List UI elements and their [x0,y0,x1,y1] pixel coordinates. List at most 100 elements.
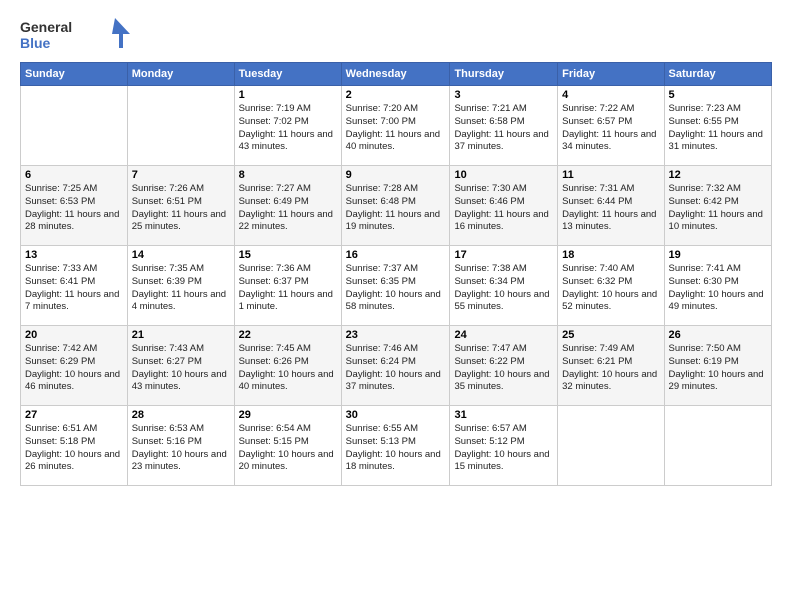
calendar-cell: 30 Sunrise: 6:55 AM Sunset: 5:13 PM Dayli… [341,406,450,486]
day-number: 4 [562,89,659,101]
calendar-cell: 14 Sunrise: 7:35 AM Sunset: 6:39 PM Dayli… [127,246,234,326]
calendar-cell: 18 Sunrise: 7:40 AM Sunset: 6:32 PM Dayli… [558,246,664,326]
weekday-friday: Friday [558,63,664,86]
weekday-wednesday: Wednesday [341,63,450,86]
page: General Blue SundayMondayTuesdayWednesda… [0,0,792,612]
day-info: Sunrise: 6:57 AM Sunset: 5:12 PM Dayligh… [454,423,553,474]
day-info: Sunrise: 7:22 AM Sunset: 6:57 PM Dayligh… [562,103,659,154]
calendar-cell: 6Sunrise: 7:25 AM Sunset: 6:53 PM Daylig… [21,166,128,246]
day-number: 14 [132,249,230,261]
day-info: Sunrise: 7:23 AM Sunset: 6:55 PM Dayligh… [669,103,767,154]
day-info: Sunrise: 7:36 AM Sunset: 6:37 PM Dayligh… [239,263,337,314]
weekday-thursday: Thursday [450,63,558,86]
day-number: 27 [25,409,123,421]
calendar-cell: 11 Sunrise: 7:31 AM Sunset: 6:44 PM Dayli… [558,166,664,246]
calendar-cell: 24 Sunrise: 7:47 AM Sunset: 6:22 PM Dayli… [450,326,558,406]
day-number: 25 [562,329,659,341]
calendar-cell: 19 Sunrise: 7:41 AM Sunset: 6:30 PM Dayli… [664,246,771,326]
weekday-header-row: SundayMondayTuesdayWednesdayThursdayFrid… [21,63,772,86]
day-number: 15 [239,249,337,261]
day-number: 3 [454,89,553,101]
svg-text:General: General [20,19,72,35]
day-info: Sunrise: 7:35 AM Sunset: 6:39 PM Dayligh… [132,263,230,314]
day-info: Sunrise: 6:55 AM Sunset: 5:13 PM Dayligh… [346,423,446,474]
day-number: 28 [132,409,230,421]
day-info: Sunrise: 7:43 AM Sunset: 6:27 PM Dayligh… [132,343,230,394]
day-info: Sunrise: 7:49 AM Sunset: 6:21 PM Dayligh… [562,343,659,394]
day-number: 18 [562,249,659,261]
day-info: Sunrise: 7:27 AM Sunset: 6:49 PM Dayligh… [239,183,337,234]
day-info: Sunrise: 7:32 AM Sunset: 6:42 PM Dayligh… [669,183,767,234]
calendar-cell: 9Sunrise: 7:28 AM Sunset: 6:48 PM Daylig… [341,166,450,246]
calendar-cell: 12 Sunrise: 7:32 AM Sunset: 6:42 PM Dayli… [664,166,771,246]
calendar-cell: 7 Sunrise: 7:26 AM Sunset: 6:51 PM Daylig… [127,166,234,246]
calendar-cell: 3Sunrise: 7:21 AM Sunset: 6:58 PM Daylig… [450,86,558,166]
day-number: 24 [454,329,553,341]
day-info: Sunrise: 7:25 AM Sunset: 6:53 PM Dayligh… [25,183,123,234]
weekday-monday: Monday [127,63,234,86]
day-info: Sunrise: 7:28 AM Sunset: 6:48 PM Dayligh… [346,183,446,234]
day-number: 12 [669,169,767,181]
day-number: 11 [562,169,659,181]
day-info: Sunrise: 7:30 AM Sunset: 6:46 PM Dayligh… [454,183,553,234]
generalblue-logo-icon: General Blue [20,16,130,54]
day-number: 5 [669,89,767,101]
logo: General Blue [20,16,130,54]
calendar-cell: 5 Sunrise: 7:23 AM Sunset: 6:55 PM Daylig… [664,86,771,166]
calendar-cell: 21 Sunrise: 7:43 AM Sunset: 6:27 PM Dayli… [127,326,234,406]
calendar-cell [558,406,664,486]
calendar-table: SundayMondayTuesdayWednesdayThursdayFrid… [20,62,772,486]
calendar-week-3: 13Sunrise: 7:33 AM Sunset: 6:41 PM Dayli… [21,246,772,326]
svg-text:Blue: Blue [20,35,51,51]
calendar-week-4: 20Sunrise: 7:42 AM Sunset: 6:29 PM Dayli… [21,326,772,406]
day-info: Sunrise: 7:26 AM Sunset: 6:51 PM Dayligh… [132,183,230,234]
day-info: Sunrise: 7:50 AM Sunset: 6:19 PM Dayligh… [669,343,767,394]
weekday-saturday: Saturday [664,63,771,86]
calendar-cell: 27 Sunrise: 6:51 AM Sunset: 5:18 PM Dayli… [21,406,128,486]
day-number: 31 [454,409,553,421]
day-number: 23 [346,329,446,341]
day-number: 26 [669,329,767,341]
calendar-cell: 10 Sunrise: 7:30 AM Sunset: 6:46 PM Dayli… [450,166,558,246]
day-info: Sunrise: 7:33 AM Sunset: 6:41 PM Dayligh… [25,263,123,314]
day-info: Sunrise: 7:46 AM Sunset: 6:24 PM Dayligh… [346,343,446,394]
calendar-cell: 13Sunrise: 7:33 AM Sunset: 6:41 PM Dayli… [21,246,128,326]
day-info: Sunrise: 7:31 AM Sunset: 6:44 PM Dayligh… [562,183,659,234]
day-info: Sunrise: 6:53 AM Sunset: 5:16 PM Dayligh… [132,423,230,474]
calendar-cell: 15 Sunrise: 7:36 AM Sunset: 6:37 PM Dayli… [234,246,341,326]
calendar-week-1: 1Sunrise: 7:19 AM Sunset: 7:02 PM Daylig… [21,86,772,166]
day-number: 19 [669,249,767,261]
day-number: 7 [132,169,230,181]
day-number: 1 [239,89,337,101]
day-number: 8 [239,169,337,181]
calendar-week-5: 27 Sunrise: 6:51 AM Sunset: 5:18 PM Dayli… [21,406,772,486]
calendar-cell: 20Sunrise: 7:42 AM Sunset: 6:29 PM Dayli… [21,326,128,406]
calendar-cell: 16Sunrise: 7:37 AM Sunset: 6:35 PM Dayli… [341,246,450,326]
calendar-cell: 28 Sunrise: 6:53 AM Sunset: 5:16 PM Dayli… [127,406,234,486]
calendar-cell: 4 Sunrise: 7:22 AM Sunset: 6:57 PM Daylig… [558,86,664,166]
calendar-cell: 23 Sunrise: 7:46 AM Sunset: 6:24 PM Dayli… [341,326,450,406]
weekday-sunday: Sunday [21,63,128,86]
calendar-cell [664,406,771,486]
calendar-cell: 1Sunrise: 7:19 AM Sunset: 7:02 PM Daylig… [234,86,341,166]
day-number: 20 [25,329,123,341]
day-number: 29 [239,409,337,421]
day-info: Sunrise: 6:51 AM Sunset: 5:18 PM Dayligh… [25,423,123,474]
calendar-cell [127,86,234,166]
day-info: Sunrise: 7:45 AM Sunset: 6:26 PM Dayligh… [239,343,337,394]
day-info: Sunrise: 7:41 AM Sunset: 6:30 PM Dayligh… [669,263,767,314]
day-info: Sunrise: 7:40 AM Sunset: 6:32 PM Dayligh… [562,263,659,314]
day-number: 21 [132,329,230,341]
calendar-cell: 8 Sunrise: 7:27 AM Sunset: 6:49 PM Daylig… [234,166,341,246]
weekday-tuesday: Tuesday [234,63,341,86]
calendar-week-2: 6Sunrise: 7:25 AM Sunset: 6:53 PM Daylig… [21,166,772,246]
day-info: Sunrise: 7:38 AM Sunset: 6:34 PM Dayligh… [454,263,553,314]
day-number: 17 [454,249,553,261]
day-info: Sunrise: 7:47 AM Sunset: 6:22 PM Dayligh… [454,343,553,394]
day-info: Sunrise: 7:20 AM Sunset: 7:00 PM Dayligh… [346,103,446,154]
calendar-cell: 17 Sunrise: 7:38 AM Sunset: 6:34 PM Dayli… [450,246,558,326]
day-number: 10 [454,169,553,181]
day-number: 16 [346,249,446,261]
header: General Blue [20,16,772,54]
day-number: 30 [346,409,446,421]
